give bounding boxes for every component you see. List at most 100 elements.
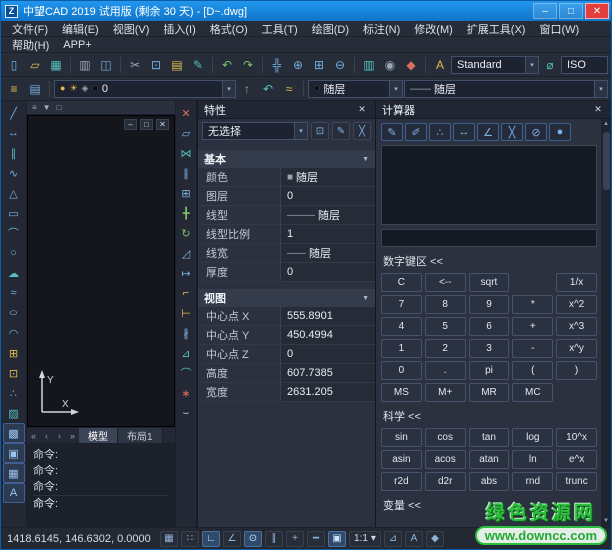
line-icon[interactable]: ╱ xyxy=(3,103,25,123)
annotation-autoscale-toggle[interactable]: A xyxy=(405,531,423,547)
property-value[interactable]: 450.4994 xyxy=(280,326,375,344)
insert-block-icon[interactable]: ⊞ xyxy=(3,343,25,363)
hatch-icon[interactable]: ▨ xyxy=(3,403,25,423)
menu-item[interactable]: 绘图(D) xyxy=(305,21,356,36)
property-value[interactable]: 1 xyxy=(280,225,375,243)
tab-model[interactable]: 模型 xyxy=(79,428,118,443)
calc-button[interactable]: MC xyxy=(512,383,553,402)
calc-button[interactable]: sqrt xyxy=(469,273,510,292)
polyline-icon[interactable]: ∿ xyxy=(3,163,25,183)
menu-item[interactable]: 标注(N) xyxy=(356,21,407,36)
layer-combo[interactable]: ● ☀ ◈ ■ 0 ▾ xyxy=(54,80,236,98)
tab-layout1[interactable]: 布局1 xyxy=(118,428,163,443)
copy-object-icon[interactable]: ▱ xyxy=(176,123,196,143)
stretch-icon[interactable]: ↦ xyxy=(176,263,196,283)
menu-item-help[interactable]: 帮助(H) xyxy=(5,37,56,52)
chamfer-icon[interactable]: ⊿ xyxy=(176,343,196,363)
dimension-style-combo[interactable]: ISO xyxy=(561,56,608,74)
calc-button[interactable]: 10^x xyxy=(556,428,597,447)
calc-button[interactable]: atan xyxy=(469,450,510,469)
dyn-toggle[interactable]: + xyxy=(286,531,304,547)
toggle-pickadd-icon[interactable]: ⊡ xyxy=(311,122,329,140)
ellipse-icon[interactable]: ○ xyxy=(3,303,25,323)
calc-button[interactable]: x^y xyxy=(556,339,597,358)
calc-angle-icon[interactable]: ∠ xyxy=(477,123,499,141)
zoom-previous-icon[interactable]: ⊖ xyxy=(330,55,350,75)
maximize-button[interactable]: □ xyxy=(559,3,583,19)
collapse-icon[interactable]: ▼ xyxy=(362,295,369,302)
menu-item[interactable]: 编辑(E) xyxy=(55,21,106,36)
calc-button[interactable]: tan xyxy=(469,428,510,447)
numpad-section-toggle[interactable]: 数字键区 << xyxy=(381,251,597,269)
doc-restore-button[interactable]: □ xyxy=(140,119,153,130)
calc-intersection-icon[interactable]: ╳ xyxy=(501,123,523,141)
scientific-section-toggle[interactable]: 科学 << xyxy=(381,406,597,424)
calc-button[interactable]: pi xyxy=(469,361,510,380)
calc-button[interactable]: acos xyxy=(425,450,466,469)
workspace-switch-icon[interactable]: ◆ xyxy=(426,531,444,547)
calc-button[interactable]: 3 xyxy=(469,339,510,358)
construction-line-icon[interactable]: ↔ xyxy=(3,123,25,143)
chevron-down-icon[interactable]: ▾ xyxy=(594,81,607,97)
erase-icon[interactable]: ✕ xyxy=(176,103,196,123)
chevron-down-icon[interactable]: ▼ xyxy=(43,103,51,112)
menu-item[interactable]: 格式(O) xyxy=(203,21,255,36)
revision-cloud-icon[interactable]: ☁ xyxy=(3,263,25,283)
section-view[interactable]: 视图 ▼ xyxy=(198,289,375,307)
first-tab-button[interactable]: « xyxy=(27,431,40,441)
calc-button[interactable]: 7 xyxy=(381,295,422,314)
menu-item[interactable]: 修改(M) xyxy=(407,21,460,36)
snap-toggle[interactable]: ▦ xyxy=(160,531,178,547)
ellipse-arc-icon[interactable]: ◠ xyxy=(3,323,25,343)
annotation-visibility-toggle[interactable]: ⊿ xyxy=(384,531,402,547)
scale-icon[interactable]: ◿ xyxy=(176,243,196,263)
zoom-realtime-icon[interactable]: ⊕ xyxy=(288,55,308,75)
print-preview-icon[interactable]: ◫ xyxy=(96,55,116,75)
explode-icon[interactable]: ∗ xyxy=(176,383,196,403)
menu-item[interactable]: 窗口(W) xyxy=(532,21,586,36)
arc-icon[interactable]: ⌒ xyxy=(3,223,25,243)
calc-button[interactable]: 6 xyxy=(469,317,510,336)
calculator-history-display[interactable] xyxy=(381,145,597,225)
doc-minimize-button[interactable]: – xyxy=(124,119,137,130)
calc-button[interactable]: asin xyxy=(381,450,422,469)
text-style-combo[interactable]: Standard ▾ xyxy=(451,56,539,74)
move-icon[interactable]: ╋ xyxy=(176,203,196,223)
select-objects-icon[interactable]: ✎ xyxy=(332,122,350,140)
menu-item[interactable]: 工具(T) xyxy=(255,21,305,36)
last-tab-button[interactable]: » xyxy=(66,431,79,441)
offset-icon[interactable]: ∥ xyxy=(176,163,196,183)
table-icon[interactable]: ▦ xyxy=(3,463,25,483)
minimize-button[interactable]: – xyxy=(533,3,557,19)
next-tab-button[interactable]: › xyxy=(53,431,66,441)
layer-match-icon[interactable]: ≈ xyxy=(279,79,299,99)
break-icon[interactable]: ∦ xyxy=(176,323,196,343)
calc-button[interactable]: x^2 xyxy=(556,295,597,314)
property-value[interactable]: 0 xyxy=(280,345,375,363)
properties-close-icon[interactable]: ✕ xyxy=(355,104,369,115)
drawing-canvas[interactable]: – □ ✕ Y X xyxy=(27,115,175,427)
calc-button[interactable]: C xyxy=(381,273,422,292)
calc-button[interactable]: rnd xyxy=(512,472,553,491)
gradient-icon[interactable]: ▩ xyxy=(3,423,25,443)
calc-options-icon[interactable]: ● xyxy=(549,123,571,141)
render-icon[interactable]: ◆ xyxy=(401,55,421,75)
calc-button[interactable]: cos xyxy=(425,428,466,447)
calc-button[interactable]: r2d xyxy=(381,472,422,491)
prev-tab-button[interactable]: ‹ xyxy=(40,431,53,441)
menu-item[interactable]: 视图(V) xyxy=(106,21,157,36)
calc-button[interactable]: - xyxy=(512,339,553,358)
calc-button[interactable]: e^x xyxy=(556,450,597,469)
layer-previous-icon[interactable]: ↶ xyxy=(258,79,278,99)
annotation-scale-combo[interactable]: 1:1 ▾ xyxy=(349,531,381,547)
paste-icon[interactable]: ▤ xyxy=(167,55,187,75)
calculator-close-icon[interactable]: ✕ xyxy=(591,104,605,115)
scroll-up-icon[interactable]: ▲ xyxy=(603,119,609,130)
calc-button[interactable]: ) xyxy=(556,361,597,380)
extend-icon[interactable]: ⊢ xyxy=(176,303,196,323)
calc-button[interactable]: 8 xyxy=(425,295,466,314)
calc-button[interactable]: 1/x xyxy=(556,273,597,292)
lineweight-toggle[interactable]: ━ xyxy=(307,531,325,547)
calculator-input[interactable] xyxy=(381,229,597,247)
calc-button[interactable]: abs xyxy=(469,472,510,491)
